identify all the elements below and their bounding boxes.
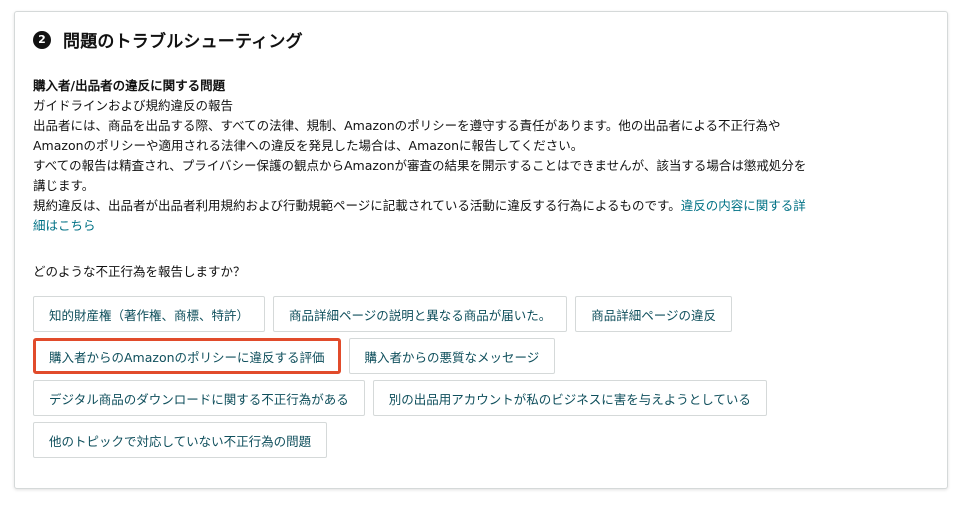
issue-description: 購入者/出品者の違反に関する問題 ガイドラインおよび規約違反の報告 出品者には、… bbox=[33, 76, 913, 236]
options-row-4: 他のトピックで対応していない不正行為の問題 bbox=[33, 422, 913, 458]
paragraph-1-line-2: Amazonのポリシーや適用される法律への違反を発見した場合は、Amazonに報… bbox=[33, 138, 584, 153]
violation-details-link-continued[interactable]: 細はこちら bbox=[33, 218, 96, 233]
option-buyer-feedback-policy-violation[interactable]: 購入者からのAmazonのポリシーに違反する評価 bbox=[33, 338, 341, 374]
option-digital-download-abuse[interactable]: デジタル商品のダウンロードに関する不正行為がある bbox=[33, 380, 365, 416]
violation-options: 知的財産権（著作権、商標、特許） 商品詳細ページの説明と異なる商品が届いた。 商… bbox=[33, 296, 913, 464]
paragraph-3-text: 規約違反は、出品者が出品者利用規約および行動規範ページに記載されている活動に違反… bbox=[33, 198, 681, 213]
option-abusive-buyer-message[interactable]: 購入者からの悪質なメッセージ bbox=[348, 338, 556, 374]
option-intellectual-property[interactable]: 知的財産権（著作権、商標、特許） bbox=[33, 296, 266, 332]
report-question: どのような不正行為を報告しますか？ bbox=[33, 264, 246, 279]
issue-subtitle: ガイドラインおよび規約違反の報告 bbox=[33, 98, 234, 113]
section-title: 問題のトラブルシューティング bbox=[63, 32, 303, 52]
option-seller-account-harm[interactable]: 別の出品用アカウントが私のビジネスに害を与えようとしている bbox=[372, 380, 767, 416]
options-row-1: 知的財産権（著作権、商標、特許） 商品詳細ページの説明と異なる商品が届いた。 商… bbox=[33, 296, 913, 332]
paragraph-1-line-1: 出品者には、商品を出品する際、すべての法律、規制、Amazonのポリシーを遵守す… bbox=[33, 118, 781, 133]
paragraph-3-line-1: 規約違反は、出品者が出品者利用規約および行動規範ページに記載されている活動に違反… bbox=[33, 196, 913, 216]
issue-title: 購入者/出品者の違反に関する問題 bbox=[33, 78, 226, 93]
paragraph-3-line-2: 細はこちら bbox=[33, 216, 913, 236]
section-header: 2 問題のトラブルシューティング bbox=[33, 27, 303, 52]
option-other-abuse[interactable]: 他のトピックで対応していない不正行為の問題 bbox=[33, 422, 328, 458]
paragraph-2-line-2: 講じます。 bbox=[33, 178, 95, 193]
option-item-not-as-described[interactable]: 商品詳細ページの説明と異なる商品が届いた。 bbox=[273, 296, 568, 332]
paragraph-2-line-1: すべての報告は精査され、プライバシー保護の観点からAmazonが審査の結果を開示… bbox=[33, 158, 807, 173]
option-detail-page-violation[interactable]: 商品詳細ページの違反 bbox=[575, 296, 733, 332]
options-row-3: デジタル商品のダウンロードに関する不正行為がある 別の出品用アカウントが私のビジ… bbox=[33, 380, 913, 416]
violation-details-link[interactable]: 違反の内容に関する詳 bbox=[681, 198, 806, 213]
step-number-badge: 2 bbox=[33, 30, 51, 49]
options-row-2: 購入者からのAmazonのポリシーに違反する評価 購入者からの悪質なメッセージ bbox=[33, 338, 913, 374]
